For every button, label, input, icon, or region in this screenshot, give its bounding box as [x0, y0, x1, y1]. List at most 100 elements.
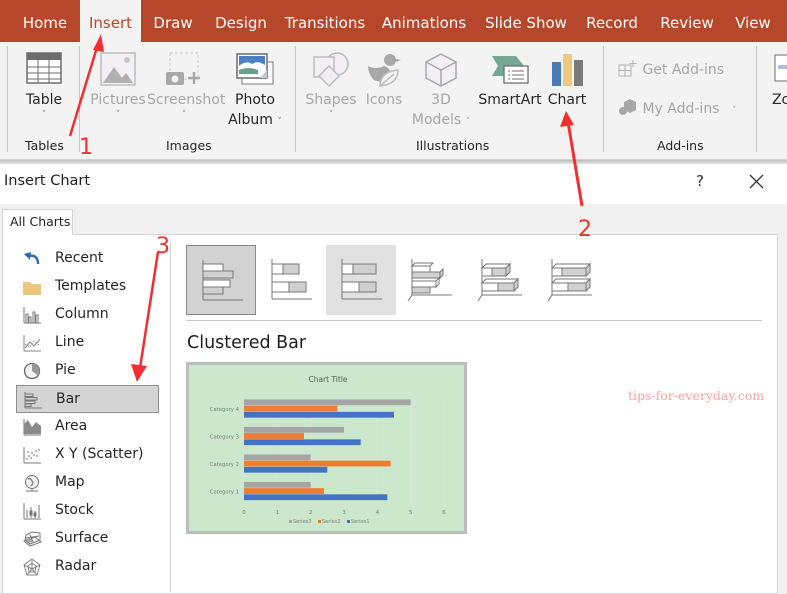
- chevron-down-icon: ˅: [181, 110, 187, 120]
- ribbon-separator: [7, 46, 8, 152]
- screenshot-button[interactable]: Screenshot ˅: [147, 48, 226, 120]
- photo-album-label: Photo: [235, 92, 275, 108]
- tab-view[interactable]: View: [730, 0, 776, 42]
- category-label: Category 2: [210, 462, 239, 468]
- x-tick-label: 0: [242, 510, 246, 516]
- photo-album-label-line2: Album: [228, 112, 273, 128]
- close-button[interactable]: [744, 170, 768, 194]
- subtype-stacked-bar[interactable]: [256, 245, 326, 315]
- subtype-3d-100-stacked-bar[interactable]: [536, 245, 606, 315]
- tab-review[interactable]: Review: [655, 0, 719, 42]
- column-chart-icon: [23, 307, 41, 324]
- photo-album-button[interactable]: Photo Album ˅: [224, 48, 286, 132]
- bar-series1-category-4: [244, 411, 394, 418]
- chart-category-area[interactable]: Area: [16, 413, 159, 441]
- get-addins-icon: [618, 60, 637, 77]
- preview-chart-svg: Chart Title Category 1 Category 2 Category…: [210, 375, 447, 525]
- chart-category-recent[interactable]: Recent: [16, 245, 159, 273]
- my-addins-icon: [619, 99, 636, 115]
- chart-category-label: Pie: [55, 362, 76, 378]
- subtype-100-stacked-bar[interactable]: [326, 245, 396, 315]
- tab-home[interactable]: Home: [12, 0, 78, 42]
- my-addins-button[interactable]: My Add-ins ˅: [618, 98, 736, 117]
- bar-series1-category-2: [244, 466, 328, 473]
- radar-chart-icon: [23, 558, 41, 576]
- get-addins-button[interactable]: Get Add-ins: [618, 59, 724, 78]
- ribbon-separator: [603, 46, 604, 152]
- chart-category-label: Surface: [55, 530, 109, 546]
- chart-category-line[interactable]: Line: [16, 329, 159, 357]
- get-addins-label: Get Add-ins: [642, 62, 725, 78]
- pictures-button[interactable]: Pictures ˅: [90, 48, 146, 120]
- legend-swatch-series3: [289, 520, 292, 523]
- chart-icon: [552, 54, 583, 86]
- zoom-button[interactable]: Zo: [766, 48, 787, 110]
- chart-category-pie[interactable]: Pie: [16, 357, 159, 385]
- tab-draw[interactable]: Draw: [143, 0, 203, 42]
- chart-category-stock[interactable]: Stock: [16, 497, 159, 525]
- tab-animations[interactable]: Animations: [378, 0, 470, 42]
- chart-category-x-y-scatter[interactable]: X Y (Scatter): [16, 441, 159, 469]
- dialog-title-bar: Insert Chart ?: [0, 164, 787, 204]
- chevron-down-icon: ˅: [277, 117, 282, 127]
- tab-slide-show[interactable]: Slide Show: [481, 0, 571, 42]
- legend-label: Series2: [322, 519, 341, 525]
- chart-category-surface[interactable]: Surface: [16, 525, 159, 553]
- group-label-tables: Tables: [25, 138, 64, 153]
- legend-swatch-series1: [347, 520, 350, 523]
- chart-category-label: Bar: [56, 391, 80, 407]
- shapes-label: Shapes: [305, 92, 357, 108]
- table-label: Table: [25, 92, 63, 108]
- recent-icon: [24, 252, 40, 265]
- bar-series2-category-1: [244, 488, 324, 494]
- photo-album-icon: [236, 53, 274, 85]
- 3d-models-label: 3D: [431, 92, 451, 108]
- table-icon: [26, 52, 62, 84]
- 3d-clustered-bar-icon: [407, 259, 452, 302]
- chart-category-label: Stock: [55, 502, 94, 518]
- templates-folder-icon: [23, 282, 41, 295]
- chevron-down-icon: ˅: [731, 106, 737, 116]
- chart-category-bar[interactable]: Bar: [16, 385, 159, 413]
- chart-category-label: Column: [55, 306, 109, 322]
- close-icon: [749, 174, 764, 189]
- tab-transitions[interactable]: Transitions: [282, 0, 368, 42]
- chart-category-radar[interactable]: Radar: [16, 553, 159, 581]
- ribbon: Table ˅ Pictures ˅ Screenshot ˅ Photo Al…: [0, 42, 787, 160]
- ribbon-separator: [79, 46, 80, 152]
- 3d-models-button[interactable]: 3D Models ˅: [410, 48, 472, 132]
- chart-category-templates[interactable]: Templates: [16, 273, 159, 301]
- shapes-icon: [313, 52, 349, 88]
- 3d-100-stacked-bar-icon: [547, 259, 592, 302]
- chart-category-map[interactable]: Map: [16, 469, 159, 497]
- screenshot-label: Screenshot: [147, 92, 226, 108]
- tab-all-charts[interactable]: All Charts: [2, 209, 73, 235]
- chart-category-label: Area: [55, 418, 88, 434]
- shapes-button[interactable]: Shapes ˅: [303, 48, 359, 120]
- smartart-button[interactable]: SmartArt: [477, 48, 543, 110]
- table-button[interactable]: Table ˅: [14, 48, 74, 120]
- tab-insert[interactable]: Insert: [80, 0, 141, 42]
- icons-button[interactable]: Icons: [362, 48, 406, 110]
- stock-chart-icon: [23, 503, 41, 520]
- stacked-bar-icon: [271, 259, 312, 300]
- help-button[interactable]: ?: [690, 172, 710, 194]
- subtype-3d-stacked-bar[interactable]: [466, 245, 536, 315]
- subtype-clustered-bar[interactable]: [186, 245, 256, 315]
- group-label-images: Images: [166, 138, 212, 153]
- pie-chart-icon: [23, 362, 41, 380]
- subtype-3d-clustered-bar[interactable]: [396, 245, 466, 315]
- pictures-icon: [100, 52, 136, 86]
- chart-label: Chart: [547, 92, 587, 108]
- chart-category-column[interactable]: Column: [16, 301, 159, 329]
- group-label-illustrations: Illustrations: [416, 138, 490, 153]
- tab-record[interactable]: Record: [582, 0, 642, 42]
- tab-design[interactable]: Design: [207, 0, 275, 42]
- chart-category-label: Line: [55, 334, 85, 350]
- smartart-icon: [492, 56, 529, 84]
- chart-button[interactable]: Chart: [546, 48, 588, 110]
- line-chart-icon: [23, 335, 41, 352]
- zoom-label: Zo: [772, 92, 787, 108]
- chart-category-label: Recent: [55, 250, 104, 266]
- 3d-models-icon: [425, 53, 457, 87]
